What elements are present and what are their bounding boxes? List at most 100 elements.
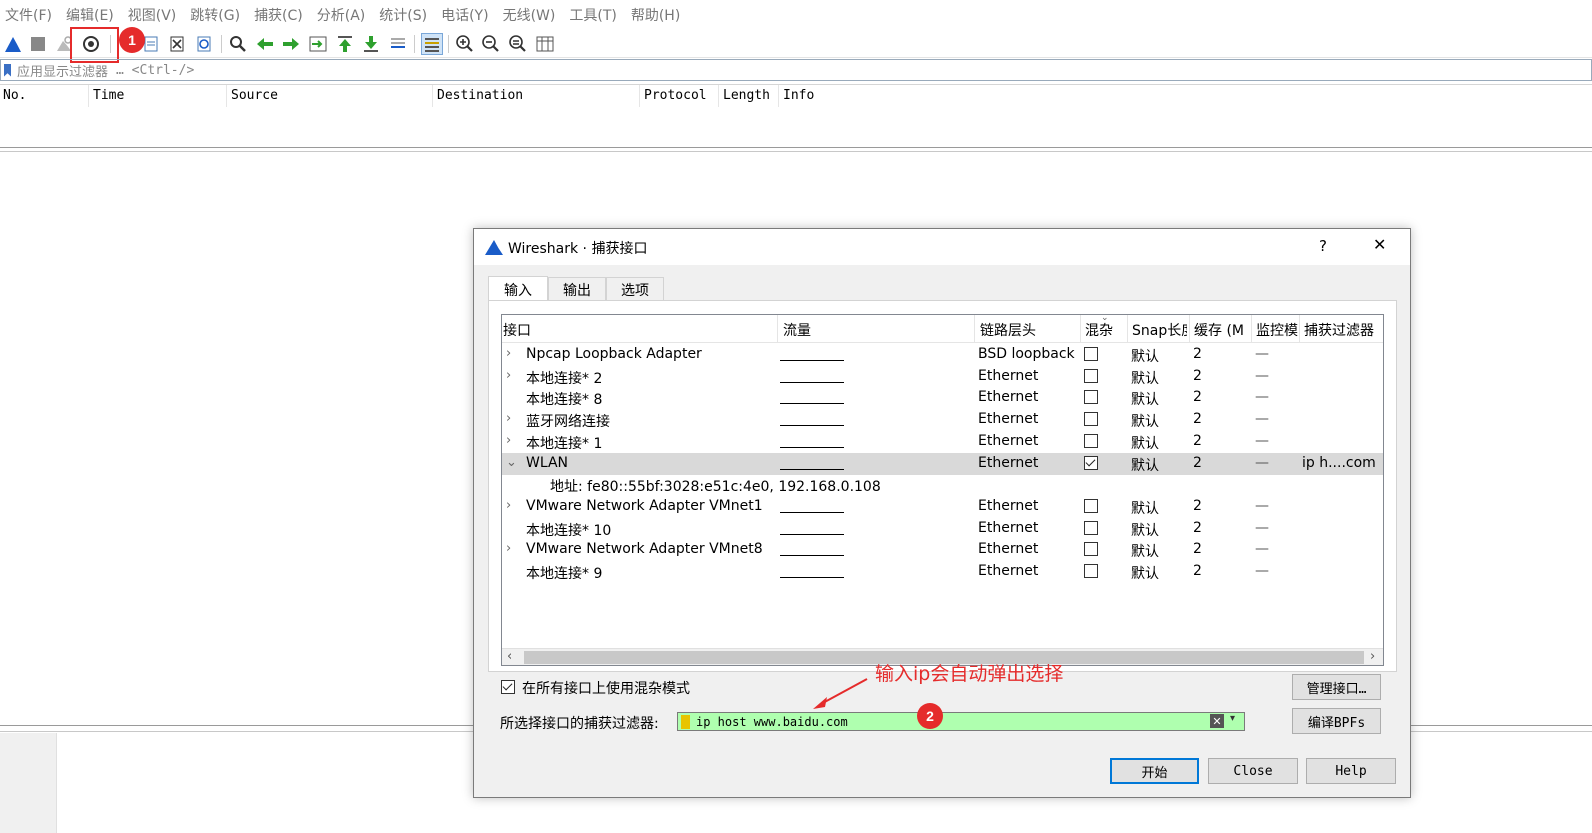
buffer-value[interactable]: 2 <box>1193 411 1202 427</box>
menu-item[interactable]: 文件(F) <box>5 5 52 25</box>
buffer-value[interactable]: 2 <box>1193 346 1202 362</box>
promiscuous-checkbox[interactable] <box>1084 498 1098 513</box>
buffer-value[interactable]: 2 <box>1193 498 1202 514</box>
close-file-icon[interactable] <box>166 33 188 55</box>
capture-filter-input[interactable]: ip host www.baidu.com ✕ ▾ <box>677 712 1245 731</box>
manage-interfaces-button[interactable]: 管理接口… <box>1292 674 1381 700</box>
filter-dropdown-icon[interactable]: ▾ <box>1230 713 1235 724</box>
find-packet-icon[interactable] <box>227 33 249 55</box>
col-source[interactable]: Source <box>231 88 278 103</box>
buffer-value[interactable]: 2 <box>1193 541 1202 557</box>
snaplen-value[interactable]: 默认 <box>1131 520 1159 540</box>
snaplen-value[interactable]: 默认 <box>1131 346 1159 366</box>
monitor-mode-value[interactable]: — <box>1255 541 1269 557</box>
promiscuous-checkbox[interactable] <box>1084 520 1098 535</box>
go-last-icon[interactable] <box>360 33 382 55</box>
col-length[interactable]: Length <box>723 88 770 103</box>
monitor-mode-value[interactable]: — <box>1255 346 1269 362</box>
interface-row[interactable]: › 本地连接* 2 Ethernet 默认 2 — <box>502 366 1383 388</box>
interface-row[interactable]: › VMware Network Adapter VMnet1 Ethernet 默认… <box>502 496 1383 518</box>
menu-item[interactable]: 视图(V) <box>128 5 177 25</box>
expand-icon[interactable]: › <box>506 498 518 516</box>
expand-icon[interactable]: › <box>506 433 518 451</box>
buffer-value[interactable]: 2 <box>1193 520 1202 536</box>
buffer-value[interactable]: 2 <box>1193 368 1202 384</box>
close-button[interactable]: Close <box>1208 758 1298 784</box>
monitor-mode-value[interactable]: — <box>1255 498 1269 514</box>
menu-item[interactable]: 帮助(H) <box>631 5 680 25</box>
help-icon[interactable]: ? <box>1319 237 1327 255</box>
menu-item[interactable]: 统计(S) <box>379 5 427 25</box>
header-traffic[interactable]: 流量 <box>783 320 973 340</box>
interface-address-row[interactable]: 地址: fe80::55bf:3028:e51c:4e0, 192.168.0.… <box>502 474 1383 496</box>
go-first-icon[interactable] <box>334 33 356 55</box>
expand-icon[interactable]: ⌄ <box>506 455 518 473</box>
snaplen-value[interactable]: 默认 <box>1131 433 1159 453</box>
reload-file-icon[interactable] <box>193 33 215 55</box>
snaplen-value[interactable]: 默认 <box>1131 563 1159 583</box>
buffer-value[interactable]: 2 <box>1193 563 1202 579</box>
tab-output[interactable]: 输出 <box>548 277 606 301</box>
header-buffer[interactable]: 缓存 (M <box>1194 320 1249 340</box>
col-time[interactable]: Time <box>93 88 124 103</box>
close-icon[interactable]: ✕ <box>1373 235 1386 254</box>
scroll-right-icon[interactable]: › <box>1370 649 1375 664</box>
header-link-layer[interactable]: 链路层头 <box>980 320 1080 340</box>
start-button[interactable]: 开始 <box>1110 758 1199 784</box>
monitor-mode-value[interactable]: — <box>1255 368 1269 384</box>
expand-icon[interactable]: › <box>506 346 518 364</box>
header-promiscuous[interactable]: 混杂 <box>1085 320 1125 340</box>
snaplen-value[interactable]: 默认 <box>1131 411 1159 431</box>
promiscuous-checkbox[interactable] <box>1084 390 1098 405</box>
auto-scroll-icon[interactable] <box>387 33 409 55</box>
go-forward-icon[interactable] <box>280 33 302 55</box>
buffer-value[interactable]: 2 <box>1193 389 1202 405</box>
snaplen-value[interactable]: 默认 <box>1131 455 1159 475</box>
promiscuous-checkbox[interactable] <box>1084 564 1098 578</box>
zoom-in-icon[interactable] <box>454 33 476 55</box>
header-capture-filter[interactable]: 捕获过滤器 <box>1304 320 1383 340</box>
go-back-icon[interactable] <box>254 33 276 55</box>
buffer-value[interactable]: 2 <box>1193 433 1202 449</box>
interface-row[interactable]: 本地连接* 10 Ethernet 默认 2 — <box>502 518 1383 540</box>
scroll-left-icon[interactable]: ‹ <box>507 649 512 664</box>
promiscuous-checkbox[interactable] <box>1084 368 1098 383</box>
snaplen-value[interactable]: 默认 <box>1131 389 1159 409</box>
capture-filter-cell[interactable]: ip h....com <box>1302 455 1382 471</box>
menu-item[interactable]: 捕获(C) <box>254 5 303 25</box>
promiscuous-checkbox[interactable] <box>1084 412 1098 427</box>
interface-row[interactable]: › VMware Network Adapter VMnet8 Ethernet 默认… <box>502 539 1383 561</box>
zoom-out-icon[interactable] <box>480 33 502 55</box>
menu-item[interactable]: 编辑(E) <box>66 5 114 25</box>
go-to-packet-icon[interactable] <box>307 33 329 55</box>
monitor-mode-value[interactable]: — <box>1255 411 1269 427</box>
clear-filter-icon[interactable]: ✕ <box>1210 714 1224 728</box>
menu-item[interactable]: 电话(Y) <box>441 5 488 25</box>
interface-row[interactable]: ⌄ WLAN Ethernet 默认 2 — ip h....com <box>502 452 1383 475</box>
col-no[interactable]: No. <box>3 88 26 103</box>
snaplen-value[interactable]: 默认 <box>1131 541 1159 561</box>
header-interface[interactable]: 接口 <box>503 320 773 340</box>
promisc-all-checkbox[interactable] <box>501 680 515 694</box>
expand-icon[interactable]: › <box>506 368 518 386</box>
zoom-normal-icon[interactable] <box>507 33 529 55</box>
expand-icon[interactable]: › <box>506 411 518 429</box>
menu-item[interactable]: 工具(T) <box>569 5 616 25</box>
header-monitor[interactable]: 监控模 <box>1256 320 1298 340</box>
col-destination[interactable]: Destination <box>437 88 523 103</box>
stop-capture-icon[interactable] <box>27 33 49 55</box>
menu-item[interactable]: 无线(W) <box>503 5 556 25</box>
snaplen-value[interactable]: 默认 <box>1131 368 1159 388</box>
interface-row[interactable]: 本地连接* 8 Ethernet 默认 2 — <box>502 387 1383 409</box>
header-snaplen[interactable]: Snap长度 <box>1132 320 1187 340</box>
snaplen-value[interactable]: 默认 <box>1131 498 1159 518</box>
promiscuous-checkbox[interactable] <box>1084 433 1098 448</box>
col-info[interactable]: Info <box>783 88 814 103</box>
monitor-mode-value[interactable]: — <box>1255 455 1269 471</box>
menu-item[interactable]: 分析(A) <box>317 5 366 25</box>
buffer-value[interactable]: 2 <box>1193 455 1202 471</box>
display-filter-bar[interactable]: 应用显示过滤器 … <Ctrl-/> <box>0 59 1592 81</box>
filter-bookmark-icon[interactable] <box>681 714 690 729</box>
compile-bpfs-button[interactable]: 编译BPFs <box>1292 708 1381 734</box>
tab-options[interactable]: 选项 <box>606 277 664 301</box>
